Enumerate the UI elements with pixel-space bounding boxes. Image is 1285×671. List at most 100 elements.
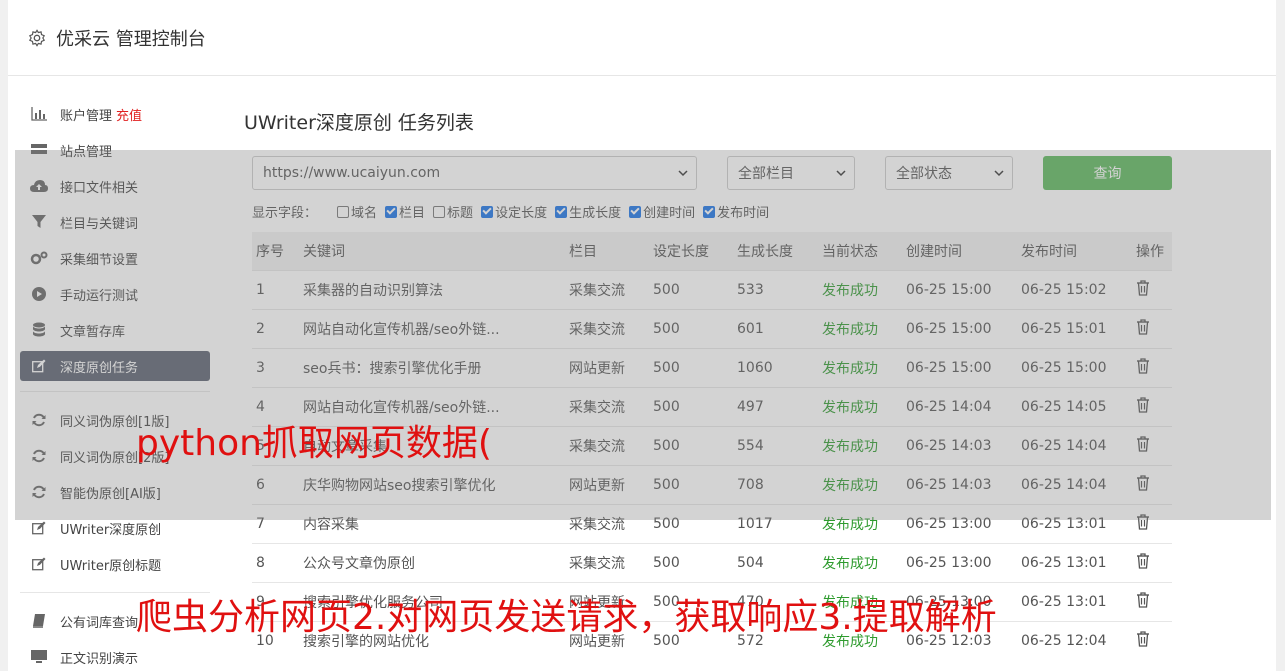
book-icon <box>30 612 48 630</box>
table-row: 7 内容采集 采集交流 500 1017 发布成功 06-25 13:00 06-25 13:… <box>252 503 1172 543</box>
status-select[interactable]: 全部状态 <box>885 156 1013 190</box>
page-title: UWriter深度原创 任务列表 <box>244 111 474 134</box>
action-cell <box>1132 425 1172 465</box>
field-checkbox-domain[interactable]: 域名 <box>337 202 377 221</box>
column-header: 栏目 <box>565 232 649 270</box>
table-cell: 发布成功 <box>818 269 902 309</box>
trash-icon[interactable] <box>1136 357 1150 374</box>
sidebar-item-uwriter-title[interactable]: UWriter原创标题 <box>20 546 210 582</box>
checkbox-label: 栏目 <box>399 206 426 221</box>
table-cell: 发布成功 <box>818 347 902 387</box>
checkbox-label: 生成长度 <box>569 206 622 221</box>
sidebar-item-uwriter-original[interactable]: UWriter深度原创 <box>20 510 210 546</box>
table-cell: 06-25 15:00 <box>902 269 1017 309</box>
sidebar-item-sites[interactable]: 站点管理 <box>20 132 210 168</box>
trash-icon[interactable] <box>1136 318 1150 335</box>
table-cell: 500 <box>649 386 733 426</box>
sidebar-item-ai-pseudo[interactable]: 智能伪原创[AI版] <box>20 474 210 510</box>
sidebar-item-columns[interactable]: 栏目与关键词 <box>20 204 210 240</box>
table-cell: 06-25 15:00 <box>902 308 1017 348</box>
trash-icon[interactable] <box>1136 435 1150 452</box>
checkbox[interactable] <box>337 205 350 218</box>
edit-icon <box>30 519 48 537</box>
table-cell: 06-25 15:01 <box>1017 308 1132 348</box>
chevron-down-icon <box>994 170 1004 177</box>
trash-icon[interactable] <box>1136 631 1150 647</box>
sidebar-item-manual-run[interactable]: 手动运行测试 <box>20 276 210 312</box>
table-cell: 发布成功 <box>818 464 902 504</box>
column-header: 操作 <box>1132 232 1172 270</box>
field-checkbox-column[interactable]: 栏目 <box>385 202 425 221</box>
trash-icon[interactable] <box>1136 591 1150 608</box>
recharge-link[interactable]: 充值 <box>116 105 142 124</box>
monitor-icon <box>30 648 48 666</box>
column-header: 生成长度 <box>733 232 818 270</box>
cogs-icon <box>30 249 48 267</box>
table-cell: 497 <box>733 386 818 426</box>
table-cell: 7 <box>252 503 299 543</box>
checkbox[interactable] <box>385 205 398 218</box>
column-select[interactable]: 全部栏目 <box>727 156 855 190</box>
table-cell: 06-25 14:04 <box>1017 425 1132 465</box>
checkbox[interactable] <box>433 205 446 218</box>
checkbox[interactable] <box>555 205 568 218</box>
field-checkbox-created[interactable]: 创建时间 <box>629 202 695 221</box>
trash-icon[interactable] <box>1136 552 1150 569</box>
table-cell: seo兵书：搜索引擎优化手册 <box>299 347 565 387</box>
field-checkbox-set-length[interactable]: 设定长度 <box>481 202 547 221</box>
action-cell <box>1132 542 1172 582</box>
sidebar-item-label: 接口文件相关 <box>60 180 139 196</box>
table-cell: 500 <box>649 308 733 348</box>
checkbox[interactable] <box>703 205 716 218</box>
sidebar-item-interface[interactable]: 接口文件相关 <box>20 168 210 204</box>
status-select-value: 全部状态 <box>896 166 952 182</box>
trash-icon[interactable] <box>1136 279 1150 296</box>
table-cell: 06-25 12:04 <box>1017 620 1132 660</box>
table-cell: 06-25 14:04 <box>902 386 1017 426</box>
table-row: 3 seo兵书：搜索引擎优化手册 网站更新 500 1060 发布成功 06-25 15:0… <box>252 347 1172 387</box>
table-cell: 500 <box>649 425 733 465</box>
table-header-row: 序号 关键词 栏目 设定长度 生成长度 当前状态 创建时间 发布时间 操作 <box>252 232 1172 270</box>
trash-icon[interactable] <box>1136 474 1150 491</box>
table-cell: 发布成功 <box>818 308 902 348</box>
table-cell: 06-25 14:03 <box>902 464 1017 504</box>
table-cell: 公众号文章伪原创 <box>299 542 565 582</box>
database-icon <box>30 321 48 339</box>
trash-icon[interactable] <box>1136 396 1150 413</box>
checkbox-label: 创建时间 <box>643 206 696 221</box>
checkbox[interactable] <box>629 205 642 218</box>
sidebar-item-label: 栏目与关键词 <box>60 216 139 232</box>
table-row: 2 网站自动化宣传机器/seo外链... 采集交流 500 601 发布成功 06-25 1… <box>252 308 1172 348</box>
table-cell: 网站更新 <box>565 464 649 504</box>
sidebar-item-account[interactable]: 账户管理 充值 <box>20 96 210 132</box>
sidebar-item-collect-settings[interactable]: 采集细节设置 <box>20 240 210 276</box>
field-checkbox-published[interactable]: 发布时间 <box>703 202 769 221</box>
table-cell: 8 <box>252 542 299 582</box>
field-checkbox-title[interactable]: 标题 <box>433 202 473 221</box>
chevron-down-icon <box>836 170 846 177</box>
table-row: 8 公众号文章伪原创 采集交流 500 504 发布成功 06-25 13:00 06-25 … <box>252 542 1172 582</box>
table-cell: 500 <box>649 347 733 387</box>
sidebar-item-article-store[interactable]: 文章暂存库 <box>20 312 210 348</box>
action-cell <box>1132 386 1172 426</box>
checkbox-label: 域名 <box>351 206 378 221</box>
sidebar-item-body-recognition[interactable]: 正文识别演示 <box>20 639 210 671</box>
field-checkbox-gen-length[interactable]: 生成长度 <box>555 202 621 221</box>
sidebar-item-label: UWriter原创标题 <box>60 558 162 574</box>
table-cell: 1 <box>252 269 299 309</box>
bar-chart-icon <box>30 105 48 123</box>
trash-icon[interactable] <box>1136 513 1150 530</box>
query-button[interactable]: 查询 <box>1043 156 1172 190</box>
table-cell: 庆华购物网站seo搜索引擎优化 <box>299 464 565 504</box>
table-cell: 采集交流 <box>565 308 649 348</box>
table-row: 1 采集器的自动识别算法 采集交流 500 533 发布成功 06-25 15:00 06-2… <box>252 269 1172 309</box>
refresh-icon <box>30 411 48 429</box>
checkbox[interactable] <box>481 205 494 218</box>
table-cell: 06-25 14:03 <box>902 425 1017 465</box>
sidebar-item-deep-original[interactable]: 深度原创任务 <box>20 351 210 381</box>
server-icon <box>30 141 48 159</box>
caption-line-1: python抓取网页数据( <box>136 423 492 464</box>
edit-icon <box>30 555 48 573</box>
sidebar-item-label: UWriter深度原创 <box>60 522 162 538</box>
site-select[interactable]: https://www.ucaiyun.com <box>252 156 697 190</box>
